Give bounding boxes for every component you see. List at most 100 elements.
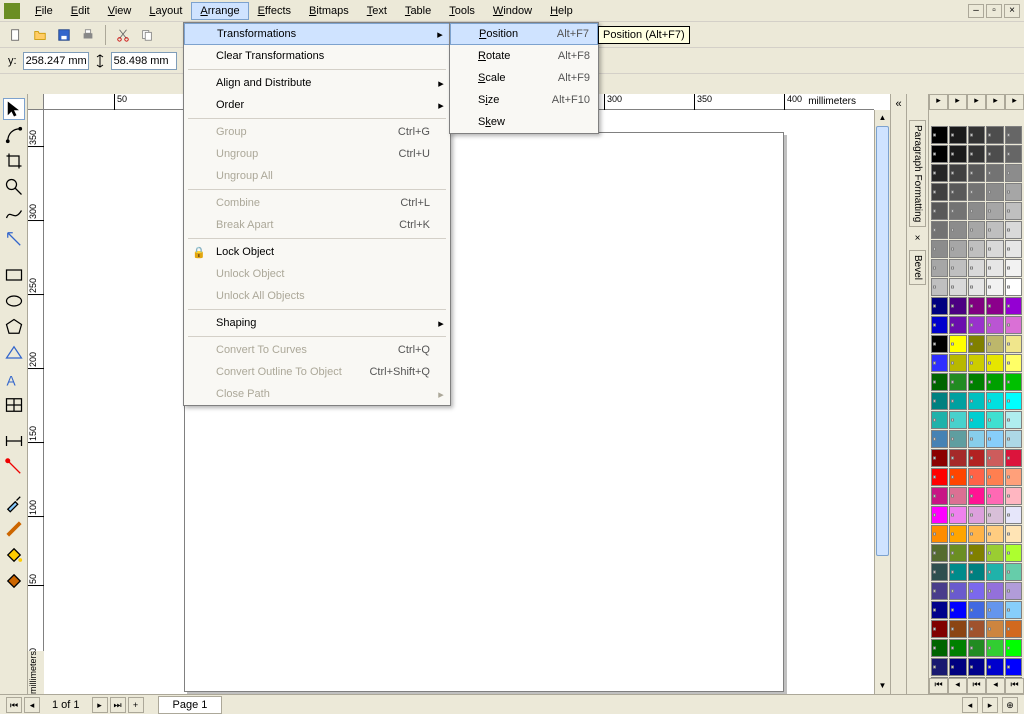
zoom-tool[interactable] [3,176,25,198]
add-page-button[interactable]: + [128,697,144,713]
interactive-fill-tool[interactable] [3,570,25,592]
color-swatch[interactable] [949,278,966,296]
color-swatch[interactable] [1005,544,1022,562]
minimize-button[interactable]: – [968,4,984,18]
color-swatch[interactable] [1005,392,1022,410]
menu-help[interactable]: Help [541,2,582,20]
first-page-button[interactable]: ⏮ [6,697,22,713]
next-page-button[interactable]: ▸ [92,697,108,713]
docker-tab-bevel[interactable]: Bevel [909,250,926,285]
palette-nav-button[interactable]: ▸ [948,94,967,110]
color-swatch[interactable] [986,506,1003,524]
color-swatch[interactable] [986,335,1003,353]
color-swatch[interactable] [949,373,966,391]
color-swatch[interactable] [968,487,985,505]
color-swatch[interactable] [1005,221,1022,239]
freehand-tool[interactable] [3,202,25,224]
color-swatch[interactable] [968,145,985,163]
menu-table[interactable]: Table [396,2,440,20]
color-swatch[interactable] [986,639,1003,657]
dimension-tool[interactable] [3,430,25,452]
color-swatch[interactable] [986,145,1003,163]
color-swatch[interactable] [931,601,948,619]
color-swatch[interactable] [968,506,985,524]
color-swatch[interactable] [968,392,985,410]
color-swatch[interactable] [949,126,966,144]
color-swatch[interactable] [968,164,985,182]
color-swatch[interactable] [968,468,985,486]
color-swatch[interactable] [949,221,966,239]
scroll-down-button[interactable]: ▼ [875,678,890,694]
table-tool[interactable] [3,394,25,416]
menu-layout[interactable]: Layout [140,2,191,20]
color-swatch[interactable] [986,240,1003,258]
color-swatch[interactable] [968,639,985,657]
color-swatch[interactable] [931,335,948,353]
docker-close-button[interactable]: × [915,233,921,244]
ellipse-tool[interactable] [3,290,25,312]
menu-text[interactable]: Text [358,2,396,20]
restore-button[interactable]: ▫ [986,4,1002,18]
color-swatch[interactable] [931,316,948,334]
y-input[interactable] [23,52,89,70]
submenu-item-rotate[interactable]: RotateAlt+F8 [450,45,598,67]
color-swatch[interactable] [968,278,985,296]
vertical-scrollbar[interactable]: ▲ ▼ [874,110,890,694]
color-swatch[interactable] [986,658,1003,676]
color-swatch[interactable] [968,126,985,144]
color-swatch[interactable] [986,354,1003,372]
menu-item-order[interactable]: Order▸ [184,94,450,116]
color-swatch[interactable] [1005,411,1022,429]
menu-tools[interactable]: Tools [440,2,484,20]
copy-button[interactable] [137,25,157,45]
color-swatch[interactable] [931,164,948,182]
color-swatch[interactable] [986,259,1003,277]
color-swatch[interactable] [949,297,966,315]
color-swatch[interactable] [949,354,966,372]
color-swatch[interactable] [931,449,948,467]
cut-button[interactable] [113,25,133,45]
open-button[interactable] [30,25,50,45]
color-swatch[interactable] [1005,354,1022,372]
no-color-swatch[interactable] [967,110,986,126]
menu-arrange[interactable]: Arrange [191,2,248,20]
color-swatch[interactable] [968,183,985,201]
color-swatch[interactable] [986,316,1003,334]
color-swatch[interactable] [986,601,1003,619]
color-swatch[interactable] [949,525,966,543]
palette-nav-button[interactable]: ⏮ [1005,678,1024,694]
palette-nav-button[interactable]: ◂ [948,678,967,694]
menu-view[interactable]: View [99,2,141,20]
h-input[interactable] [111,52,177,70]
color-swatch[interactable] [931,658,948,676]
color-swatch[interactable] [1005,487,1022,505]
palette-nav-button[interactable]: ▸ [986,94,1005,110]
color-swatch[interactable] [931,411,948,429]
color-swatch[interactable] [968,563,985,581]
color-swatch[interactable] [1005,297,1022,315]
color-swatch[interactable] [949,240,966,258]
color-swatch[interactable] [986,164,1003,182]
color-swatch[interactable] [949,620,966,638]
color-swatch[interactable] [931,487,948,505]
color-swatch[interactable] [1005,601,1022,619]
color-swatch[interactable] [949,430,966,448]
color-swatch[interactable] [1005,563,1022,581]
color-swatch[interactable] [931,544,948,562]
connector-tool[interactable] [3,456,25,478]
color-swatch[interactable] [931,354,948,372]
color-swatch[interactable] [1005,620,1022,638]
palette-nav-button[interactable]: ▸ [929,94,948,110]
color-swatch[interactable] [986,221,1003,239]
color-swatch[interactable] [1005,506,1022,524]
rectangle-tool[interactable] [3,264,25,286]
menu-edit[interactable]: Edit [62,2,99,20]
color-swatch[interactable] [986,297,1003,315]
menu-bitmaps[interactable]: Bitmaps [300,2,358,20]
color-swatch[interactable] [949,411,966,429]
color-swatch[interactable] [1005,145,1022,163]
color-swatch[interactable] [949,316,966,334]
submenu-item-scale[interactable]: ScaleAlt+F9 [450,67,598,89]
color-swatch[interactable] [1005,164,1022,182]
color-swatch[interactable] [931,430,948,448]
